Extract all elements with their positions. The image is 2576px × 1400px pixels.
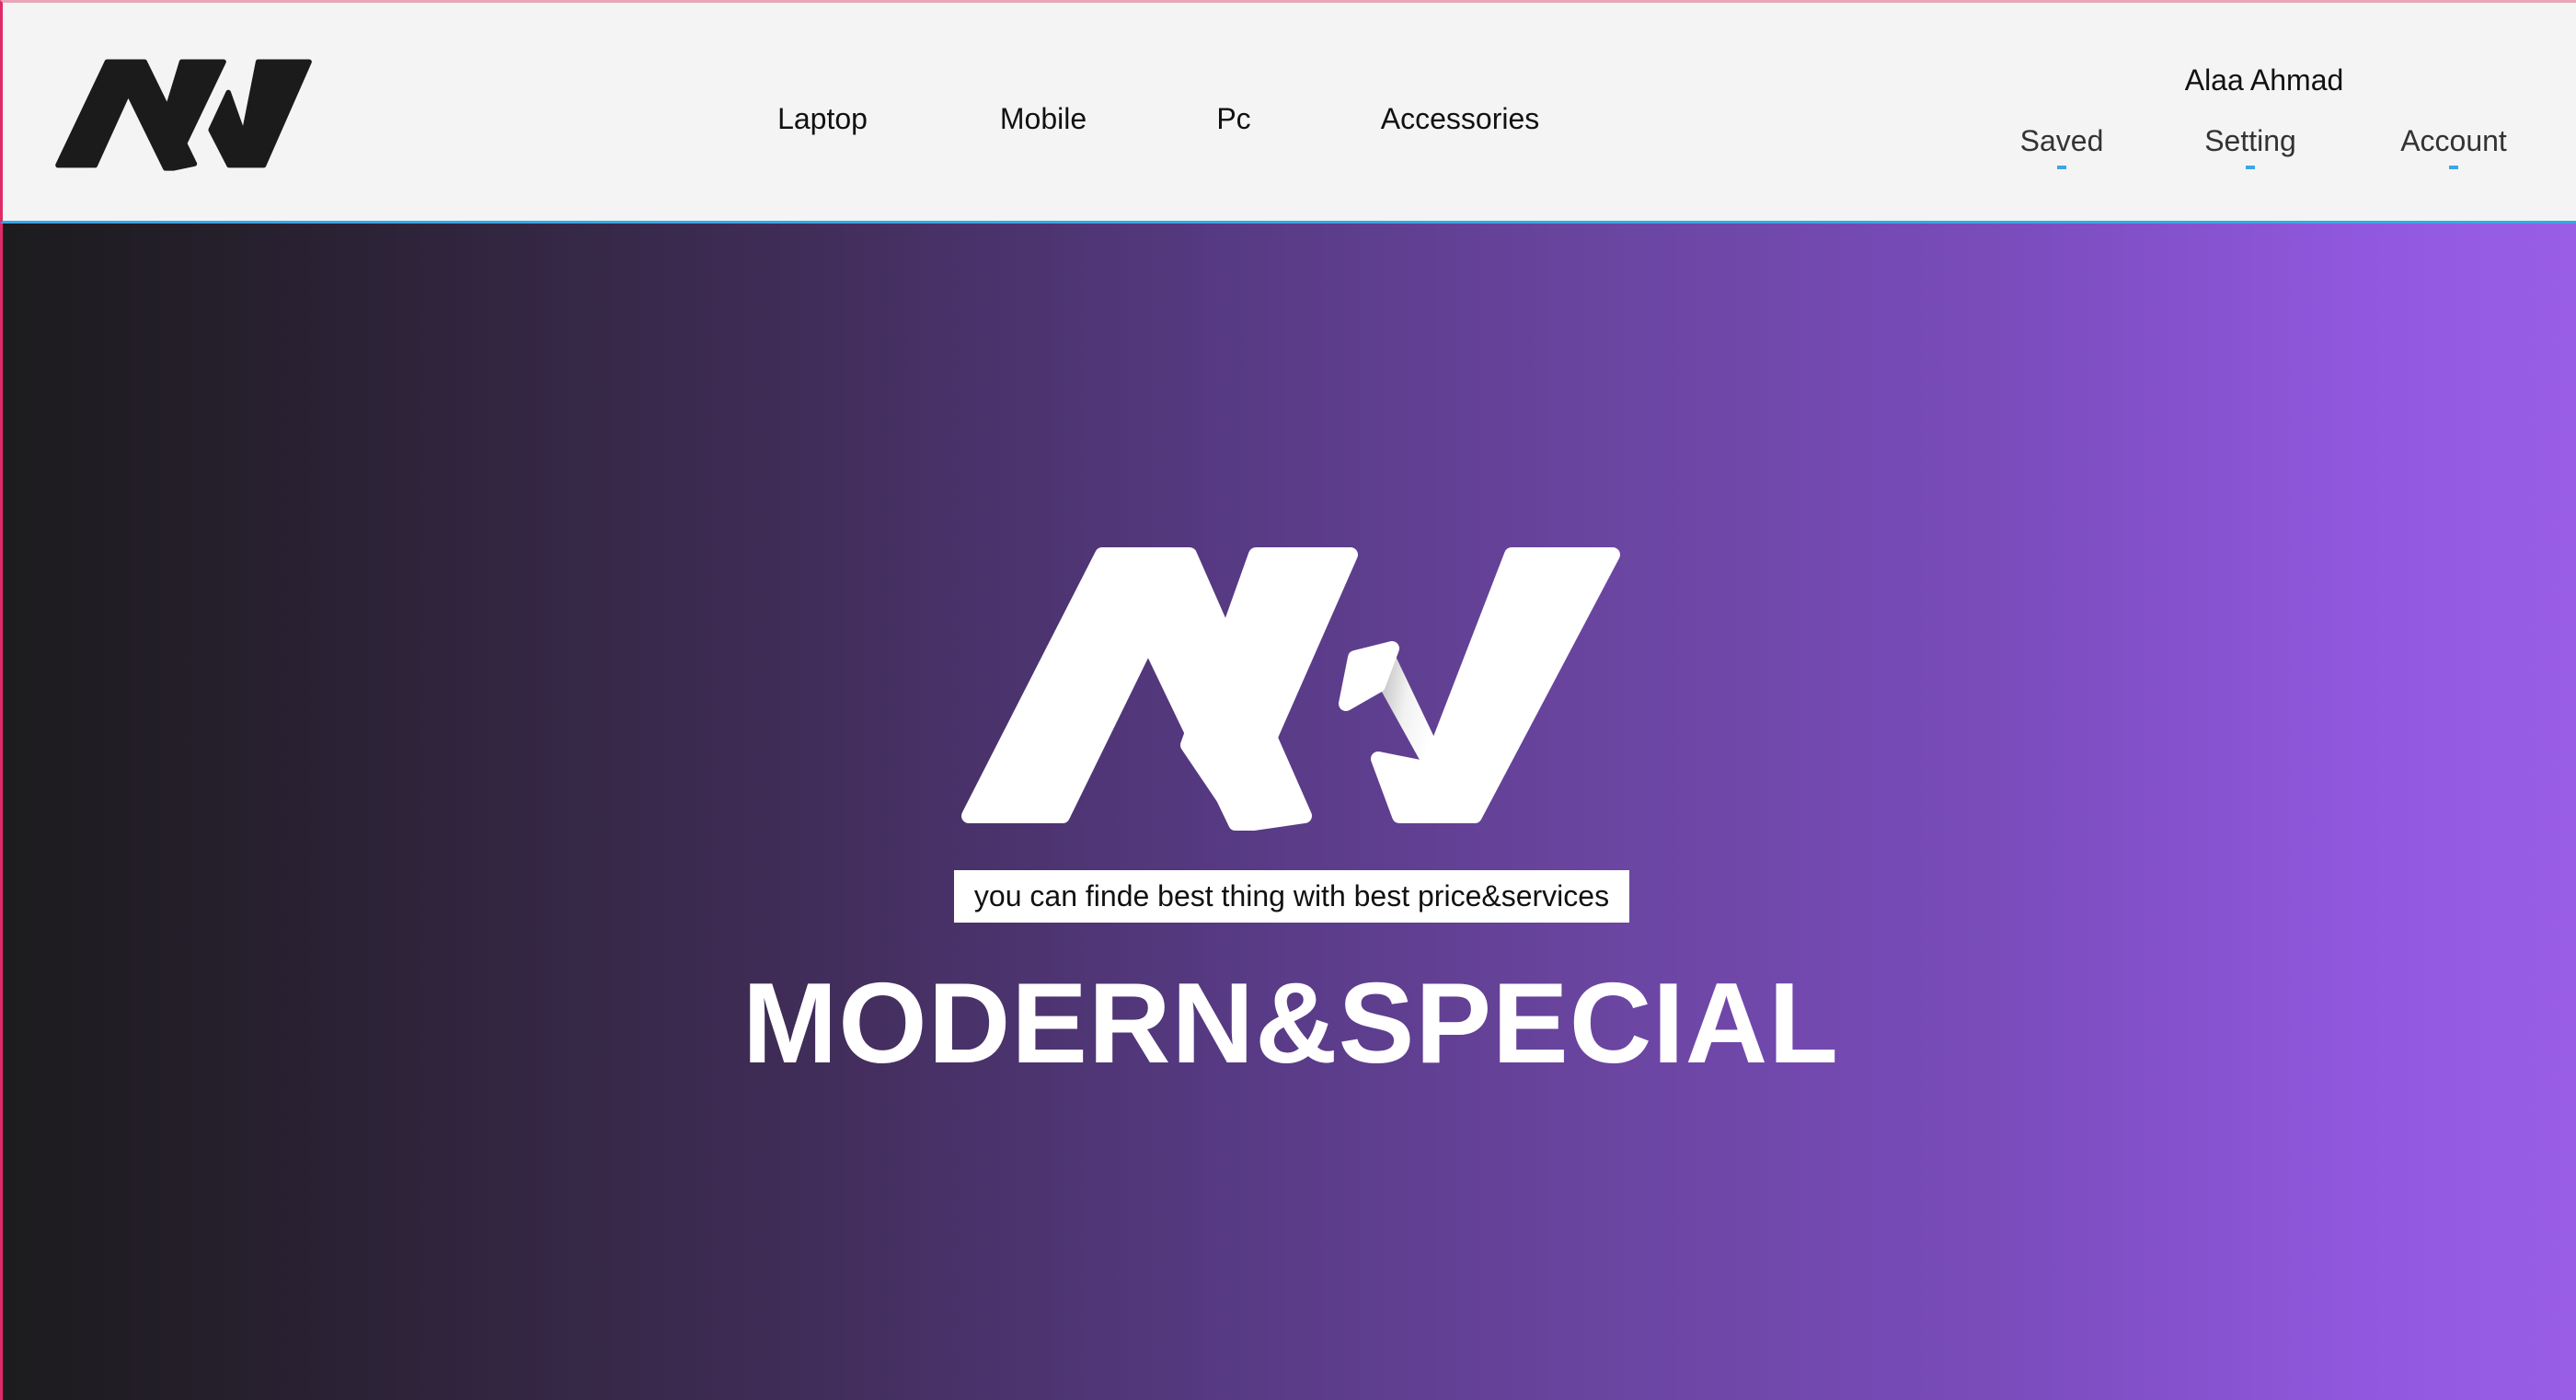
- account-link-indicator: [2449, 166, 2458, 169]
- hero-title: MODERN&SPECIAL: [742, 960, 1840, 1087]
- nav-item-mobile[interactable]: Mobile: [1000, 95, 1087, 143]
- saved-link-indicator: [2057, 166, 2066, 169]
- hero-section: you can finde best thing with best price…: [0, 224, 2576, 1400]
- account-link[interactable]: Account: [2400, 120, 2507, 161]
- site-header: Laptop Mobile Pc Accessories Alaa Ahmad …: [0, 0, 2576, 224]
- saved-link[interactable]: Saved: [2020, 120, 2104, 161]
- nw-logo-icon: [961, 547, 1620, 831]
- page: Laptop Mobile Pc Accessories Alaa Ahmad …: [0, 0, 2576, 1400]
- setting-link-indicator: [2246, 166, 2255, 169]
- setting-link[interactable]: Setting: [2204, 120, 2296, 161]
- nav-item-accessories[interactable]: Accessories: [1381, 95, 1540, 143]
- nav-item-pc[interactable]: Pc: [1216, 95, 1250, 143]
- user-name: Alaa Ahmad: [2184, 63, 2344, 97]
- main-nav: Laptop Mobile Pc Accessories: [3, 95, 2576, 143]
- nav-item-laptop[interactable]: Laptop: [777, 95, 868, 143]
- tagline: you can finde best thing with best price…: [954, 870, 1629, 923]
